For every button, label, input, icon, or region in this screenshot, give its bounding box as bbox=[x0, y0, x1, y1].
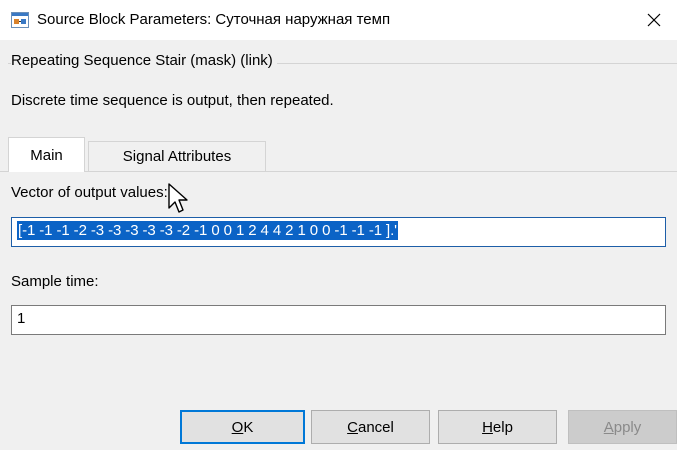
apply-button-mnemonic: A bbox=[603, 418, 614, 436]
mask-groupbox-legend: Repeating Sequence Stair (mask) (link) bbox=[11, 52, 277, 69]
cancel-button-label: ancel bbox=[357, 418, 394, 436]
vector-output-values-label: Vector of output values: bbox=[11, 184, 168, 201]
ok-button-label: K bbox=[243, 418, 254, 436]
vector-output-values-input[interactable]: [-1 -1 -1 -2 -3 -3 -3 -3 -3 -2 -1 0 0 1 … bbox=[11, 217, 666, 247]
ok-button-mnemonic: O bbox=[231, 418, 244, 436]
simulink-app-icon bbox=[11, 12, 29, 28]
help-button-label: elp bbox=[492, 418, 513, 436]
sample-time-input[interactable]: 1 bbox=[11, 305, 666, 335]
vector-output-values-text: [-1 -1 -1 -2 -3 -3 -3 -3 -3 -2 -1 0 0 1 … bbox=[17, 221, 398, 240]
ok-button[interactable]: OK bbox=[180, 410, 305, 444]
tab-main[interactable]: Main bbox=[8, 137, 85, 172]
tab-strip: Main Signal Attributes bbox=[8, 137, 677, 172]
sample-time-value: 1 bbox=[17, 310, 26, 327]
tab-signal-attributes-label: Signal Attributes bbox=[122, 148, 232, 165]
help-button-mnemonic: H bbox=[482, 418, 493, 436]
apply-button[interactable]: Apply bbox=[568, 410, 677, 444]
help-button[interactable]: Help bbox=[438, 410, 557, 444]
close-icon bbox=[647, 13, 661, 27]
cancel-button-mnemonic: C bbox=[347, 418, 358, 436]
tab-main-label: Main bbox=[30, 146, 63, 164]
mouse-cursor-icon bbox=[168, 183, 188, 213]
apply-button-label: pply bbox=[613, 418, 642, 436]
title-bar: Source Block Parameters: Суточная наружн… bbox=[0, 0, 677, 40]
tab-signal-attributes[interactable]: Signal Attributes bbox=[88, 141, 266, 171]
close-button[interactable] bbox=[631, 0, 677, 40]
window-title: Source Block Parameters: Суточная наружн… bbox=[37, 11, 391, 28]
sample-time-label: Sample time: bbox=[11, 273, 99, 290]
mask-description: Discrete time sequence is output, then r… bbox=[11, 92, 334, 109]
cancel-button[interactable]: Cancel bbox=[311, 410, 430, 444]
